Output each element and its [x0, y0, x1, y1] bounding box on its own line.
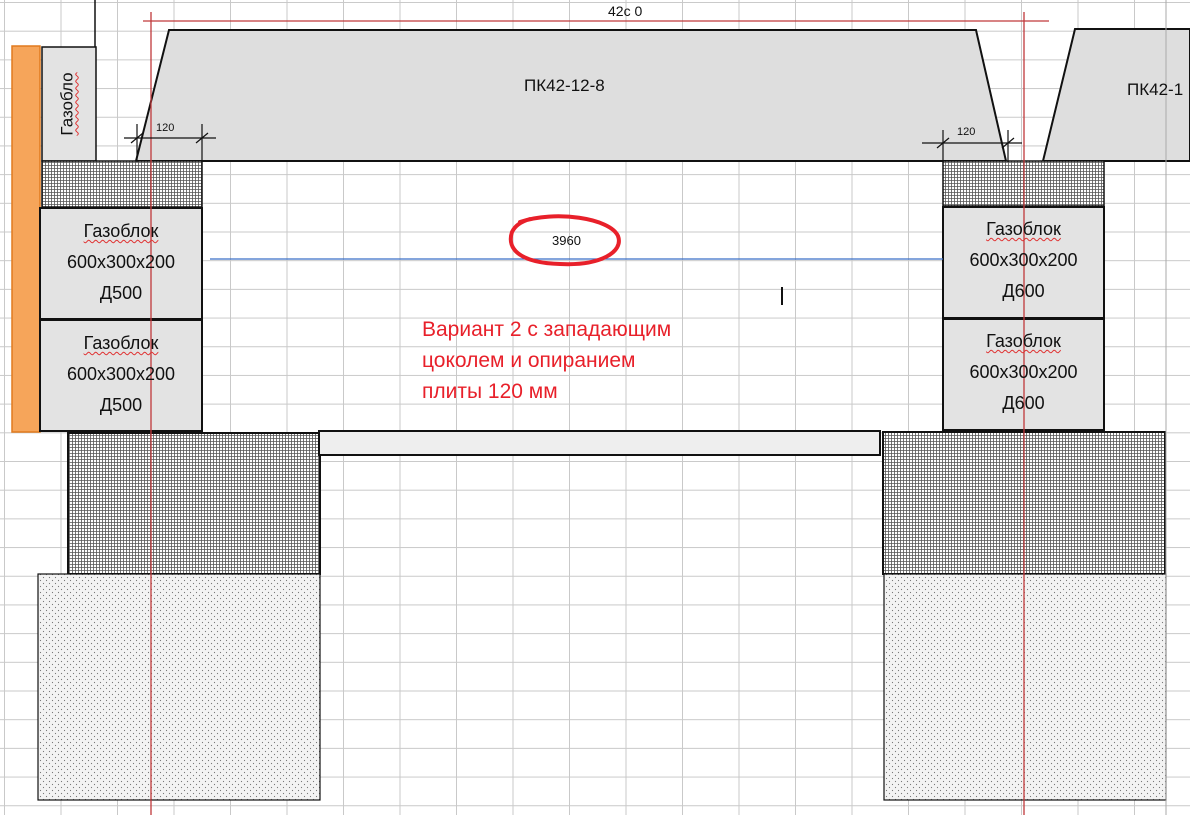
block-name: Газоблок	[83, 333, 159, 353]
slab-right-label: ПК42-1	[1127, 80, 1184, 99]
left-mesh-cap	[41, 160, 203, 208]
slab-main-label: ПК42-12-8	[524, 76, 605, 95]
block-density: Д600	[1002, 393, 1045, 413]
support-right-dim-label: 120	[957, 126, 976, 138]
variant-note: Вариант 2 с западающим цоколем и опирани…	[422, 314, 762, 407]
left-plinth	[67, 432, 321, 575]
floor-strip	[318, 430, 881, 456]
left-partial-block-label: Газобло	[58, 72, 77, 136]
top-dimension-label: 42с 0	[608, 3, 643, 19]
right-block-2-label: Газоблок 600x300x200 Д600	[943, 326, 1104, 419]
block-size: 600x300x200	[969, 362, 1078, 382]
note-line-1: Вариант 2 с западающим	[422, 318, 672, 341]
block-density: Д600	[1002, 281, 1045, 301]
right-block-1-label: Газоблок 600x300x200 Д600	[943, 214, 1104, 307]
block-name: Газоблок	[83, 221, 159, 241]
left-block-2-label: Газоблок 600x300x200 Д500	[40, 328, 202, 421]
block-name: Газоблок	[986, 219, 1061, 239]
note-line-2: цоколем и опиранием	[422, 349, 636, 372]
left-block-1-label: Газоблок 600x300x200 Д500	[40, 216, 202, 309]
left-partial-block-label-box: Газобло	[44, 50, 92, 158]
span-dim-label: 3960	[552, 233, 581, 248]
block-size: 600x300x200	[66, 364, 176, 384]
insulation-strip	[11, 45, 41, 433]
block-size: 600x300x200	[66, 252, 176, 272]
block-density: Д500	[99, 283, 143, 303]
note-line-3: плиты 120 мм	[422, 380, 558, 403]
support-left-dim-label: 120	[156, 122, 175, 134]
block-name: Газоблок	[986, 331, 1061, 351]
block-density: Д500	[99, 395, 143, 415]
right-foundation	[883, 573, 1167, 801]
left-foundation	[37, 573, 321, 801]
block-size: 600x300x200	[969, 250, 1078, 270]
